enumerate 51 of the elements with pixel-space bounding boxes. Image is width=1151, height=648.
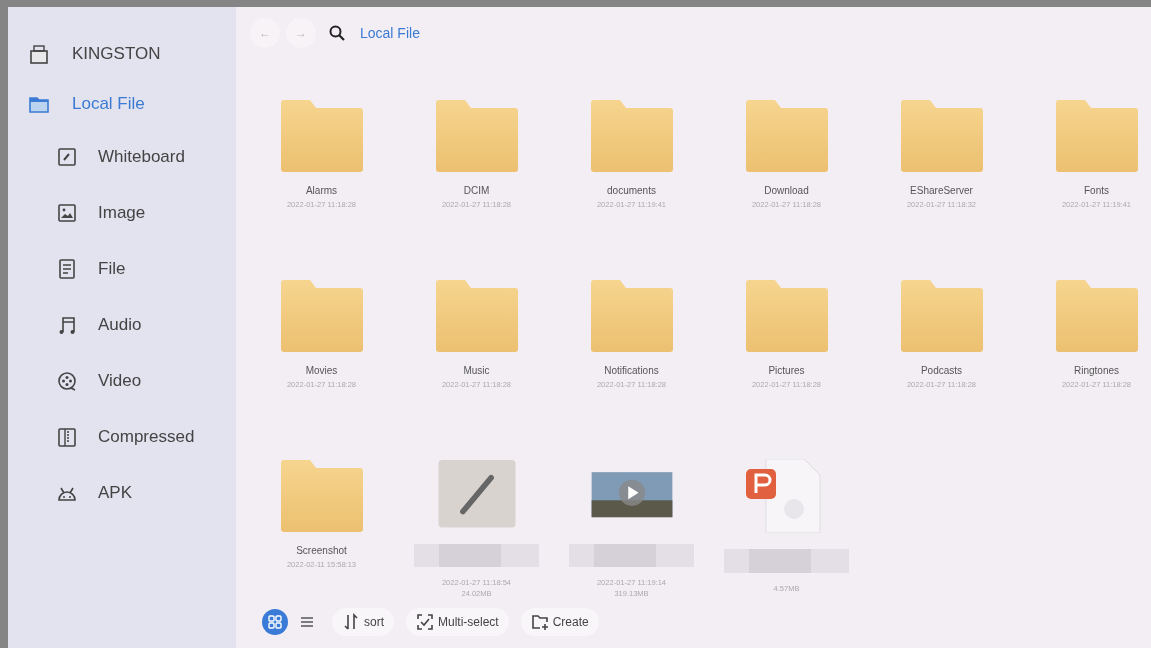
sort-button[interactable]: sort xyxy=(332,608,394,636)
sort-icon xyxy=(342,613,360,631)
item-name: Screenshot xyxy=(296,545,347,556)
new-folder-icon xyxy=(530,613,549,631)
file-icon xyxy=(56,258,78,280)
breadcrumb-path[interactable]: Local File xyxy=(360,25,420,41)
folder-icon[interactable] xyxy=(743,99,830,173)
folder-icon[interactable] xyxy=(1053,279,1140,353)
sidebar-item[interactable]: Video xyxy=(8,353,236,409)
item-name: Download xyxy=(764,185,809,196)
item-name: Music xyxy=(463,365,490,376)
folder-icon[interactable] xyxy=(433,279,520,353)
folder-icon[interactable] xyxy=(743,279,830,353)
folder-icon[interactable] xyxy=(898,279,985,353)
search-icon[interactable] xyxy=(328,24,346,42)
item-name: documents xyxy=(607,185,656,196)
multiselect-button[interactable]: Multi-select xyxy=(406,608,509,636)
item-name: EShareServer xyxy=(910,185,973,196)
item-name: DCIM xyxy=(463,185,490,196)
sidebar-item[interactable]: Compressed xyxy=(8,409,236,465)
whiteboard-icon xyxy=(56,146,78,168)
folder-icon[interactable] xyxy=(433,99,520,173)
sidebar-item[interactable]: KINGSTON xyxy=(8,29,236,79)
video-icon xyxy=(56,370,78,392)
item-name: Notifications xyxy=(604,365,659,376)
sidebar-item[interactable]: APK xyxy=(8,465,236,521)
compressed-icon xyxy=(56,426,78,448)
create-button[interactable]: Create xyxy=(520,608,599,636)
folder-icon[interactable] xyxy=(898,99,985,173)
item-name: Pictures xyxy=(768,365,805,376)
drive-icon xyxy=(28,43,50,65)
sidebar-item[interactable]: Whiteboard xyxy=(8,129,236,185)
folder-icon[interactable] xyxy=(588,99,675,173)
item-name: Alarms xyxy=(305,185,338,196)
grid-icon xyxy=(267,614,283,630)
sidebar-item[interactable]: Image xyxy=(8,185,236,241)
item-name: Fonts xyxy=(1084,185,1109,196)
item-name: Podcasts xyxy=(920,365,963,376)
sidebar-item[interactable]: Audio xyxy=(8,297,236,353)
folder-icon[interactable] xyxy=(1053,99,1140,173)
grid-view-button[interactable] xyxy=(262,609,288,635)
folder-icon[interactable] xyxy=(278,99,365,173)
multiselect-icon xyxy=(416,613,434,631)
list-icon xyxy=(299,614,315,630)
folder-icon[interactable] xyxy=(588,279,675,353)
sidebar-item[interactable]: File xyxy=(8,241,236,297)
item-name: Movies xyxy=(305,365,338,376)
item-name: Ringtones xyxy=(1074,365,1119,376)
folder-icon[interactable] xyxy=(278,279,365,353)
image-icon xyxy=(56,202,78,224)
folder-icon[interactable] xyxy=(278,459,365,533)
